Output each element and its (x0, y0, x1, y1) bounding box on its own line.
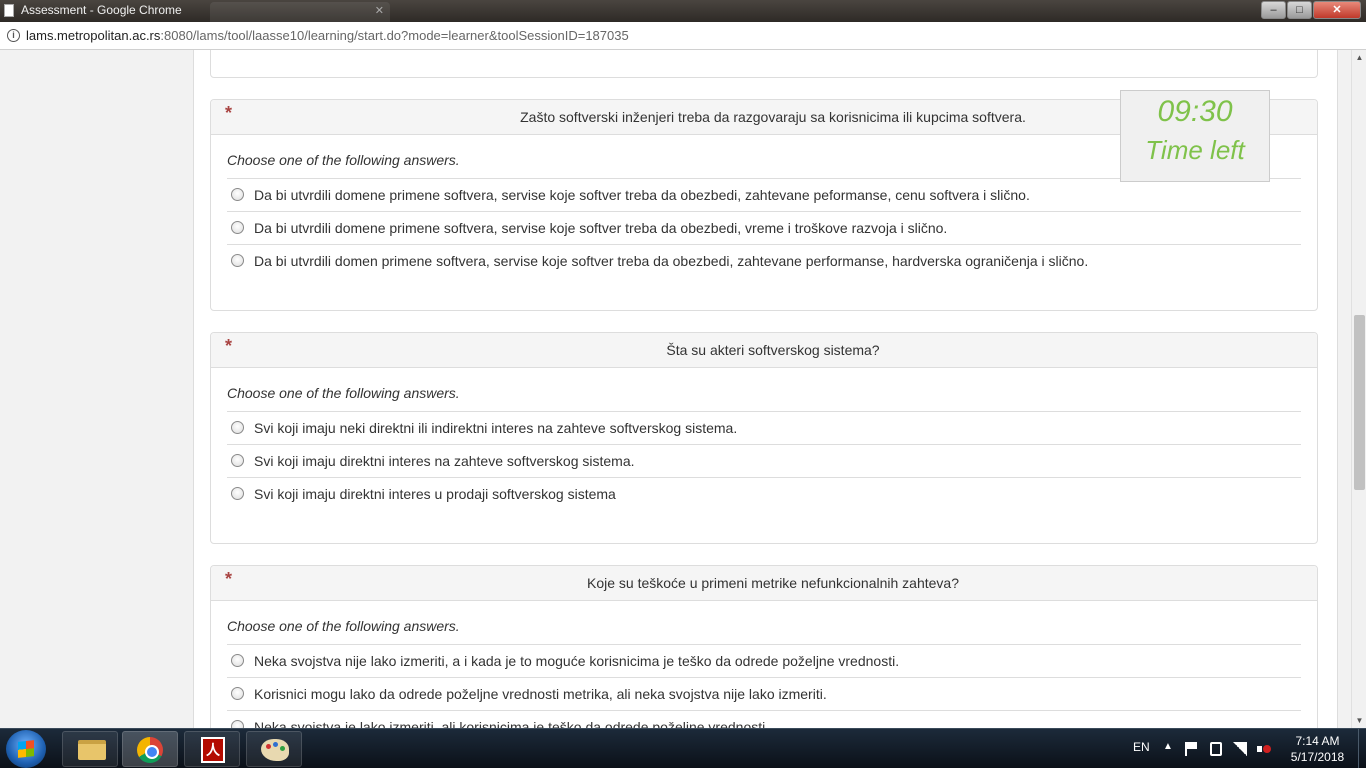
language-indicator[interactable]: EN (1133, 740, 1150, 768)
page-content: * Zašto softverski inženjeri treba da ra… (0, 50, 1351, 728)
clock-time: 7:14 AM (1295, 734, 1340, 748)
device-icon[interactable] (1210, 742, 1222, 756)
address-bar[interactable]: i lams.metropolitan.ac.rs:8080/lams/tool… (0, 22, 1366, 50)
radio-button[interactable] (231, 487, 244, 500)
show-hidden-icons-icon[interactable]: ▲ (1163, 741, 1173, 768)
taskbar-acrobat[interactable]: 人 (184, 731, 240, 767)
answer-option[interactable]: Korisnici mogu lako da odrede poželjne v… (227, 677, 1301, 710)
window-title: Assessment - Google Chrome (21, 3, 182, 17)
url-host: lams.metropolitan.ac.rs (26, 28, 161, 43)
url-text[interactable]: lams.metropolitan.ac.rs:8080/lams/tool/l… (26, 28, 629, 43)
answer-option[interactable]: Svi koji imaju direktni interes u prodaj… (227, 477, 1301, 510)
url-path: :8080/lams/tool/laasse10/learning/start.… (160, 28, 629, 43)
question-heading: * Koje su teškoće u primeni metrike nefu… (211, 566, 1317, 601)
radio-button[interactable] (231, 221, 244, 234)
scroll-up-icon[interactable]: ▲ (1352, 50, 1366, 65)
timer-label: Time left (1145, 135, 1245, 165)
volume-muted-icon[interactable] (1257, 742, 1271, 756)
radio-button[interactable] (231, 687, 244, 700)
maximize-button[interactable]: □ (1287, 1, 1312, 19)
radio-button[interactable] (231, 421, 244, 434)
answer-options: Svi koji imaju neki direktni ili indirek… (227, 411, 1301, 510)
system-clock[interactable]: 7:14 AM 5/17/2018 (1280, 733, 1355, 765)
answer-label[interactable]: Svi koji imaju direktni interes u prodaj… (254, 486, 616, 502)
answer-options: Neka svojstva nije lako izmeriti, a i ka… (227, 644, 1301, 728)
answer-label[interactable]: Neka svojstva je lako izmeriti, ali kori… (254, 719, 769, 728)
paint-palette-icon (261, 739, 289, 761)
network-signal-icon[interactable] (1233, 742, 1247, 756)
radio-button[interactable] (231, 454, 244, 467)
show-desktop-button[interactable] (1358, 729, 1366, 768)
action-center-flag-icon[interactable] (1185, 742, 1199, 756)
taskbar-chrome[interactable] (122, 731, 178, 767)
answer-label[interactable]: Korisnici mogu lako da odrede poželjne v… (254, 686, 827, 702)
start-button[interactable] (6, 730, 46, 768)
previous-question-panel (210, 50, 1318, 78)
question-panel: * Šta su akteri softverskog sistema? Cho… (210, 332, 1318, 544)
answer-option[interactable]: Da bi utvrdili domene primene softvera, … (227, 211, 1301, 244)
answer-option[interactable]: Svi koji imaju direktni interes na zahte… (227, 444, 1301, 477)
question-heading: * Šta su akteri softverskog sistema? (211, 333, 1317, 368)
taskbar-paint[interactable] (246, 731, 302, 767)
answer-label[interactable]: Da bi utvrdili domen primene softvera, s… (254, 253, 1088, 269)
info-icon[interactable]: i (7, 29, 20, 42)
close-tab-icon[interactable]: ✕ (375, 4, 384, 17)
chrome-icon (137, 737, 163, 763)
acrobat-icon: 人 (201, 737, 225, 763)
scrollbar-thumb[interactable] (1354, 315, 1365, 490)
close-button[interactable]: ✕ (1313, 1, 1361, 19)
answer-options: Da bi utvrdili domene primene softvera, … (227, 178, 1301, 277)
windows-logo-icon (18, 740, 34, 758)
window-titlebar: Assessment - Google Chrome ✕ – □ ✕ (0, 0, 1366, 22)
answer-option[interactable]: Da bi utvrdili domene primene softvera, … (227, 178, 1301, 211)
answer-hint: Choose one of the following answers. (227, 618, 460, 634)
radio-button[interactable] (231, 254, 244, 267)
scroll-down-icon[interactable]: ▼ (1352, 713, 1366, 728)
question-text: Koje su teškoće u primeni metrike nefunk… (587, 575, 959, 591)
question-panel: * Koje su teškoće u primeni metrike nefu… (210, 565, 1318, 728)
clock-date: 5/17/2018 (1290, 750, 1345, 764)
minimize-button[interactable]: – (1261, 1, 1286, 19)
folder-icon (78, 740, 106, 760)
radio-button[interactable] (231, 188, 244, 201)
answer-label[interactable]: Svi koji imaju direktni interes na zahte… (254, 453, 635, 469)
answer-option[interactable]: Da bi utvrdili domen primene softvera, s… (227, 244, 1301, 277)
answer-option[interactable]: Svi koji imaju neki direktni ili indirek… (227, 411, 1301, 444)
countdown-timer: 09:30 Time left (1120, 90, 1270, 182)
page-scrollbar[interactable]: ▲ ▼ (1351, 50, 1366, 728)
timer-value: 09:30 (1157, 95, 1233, 128)
answer-label[interactable]: Da bi utvrdili domene primene softvera, … (254, 220, 947, 236)
answer-label[interactable]: Da bi utvrdili domene primene softvera, … (254, 187, 1030, 203)
question-text: Šta su akteri softverskog sistema? (666, 342, 880, 358)
document-icon (4, 4, 14, 17)
taskbar: 人 EN ▲ 7:14 AM 5/17/2018 (0, 728, 1366, 768)
answer-option[interactable]: Neka svojstva je lako izmeriti, ali kori… (227, 710, 1301, 728)
assessment-container: * Zašto softverski inženjeri treba da ra… (193, 50, 1338, 728)
background-tab[interactable]: ✕ (210, 2, 390, 22)
answer-label[interactable]: Svi koji imaju neki direktni ili indirek… (254, 420, 737, 436)
answer-label[interactable]: Neka svojstva nije lako izmeriti, a i ka… (254, 653, 899, 669)
radio-button[interactable] (231, 720, 244, 728)
answer-option[interactable]: Neka svojstva nije lako izmeriti, a i ka… (227, 644, 1301, 677)
taskbar-explorer[interactable] (62, 731, 118, 767)
radio-button[interactable] (231, 654, 244, 667)
answer-hint: Choose one of the following answers. (227, 385, 460, 401)
